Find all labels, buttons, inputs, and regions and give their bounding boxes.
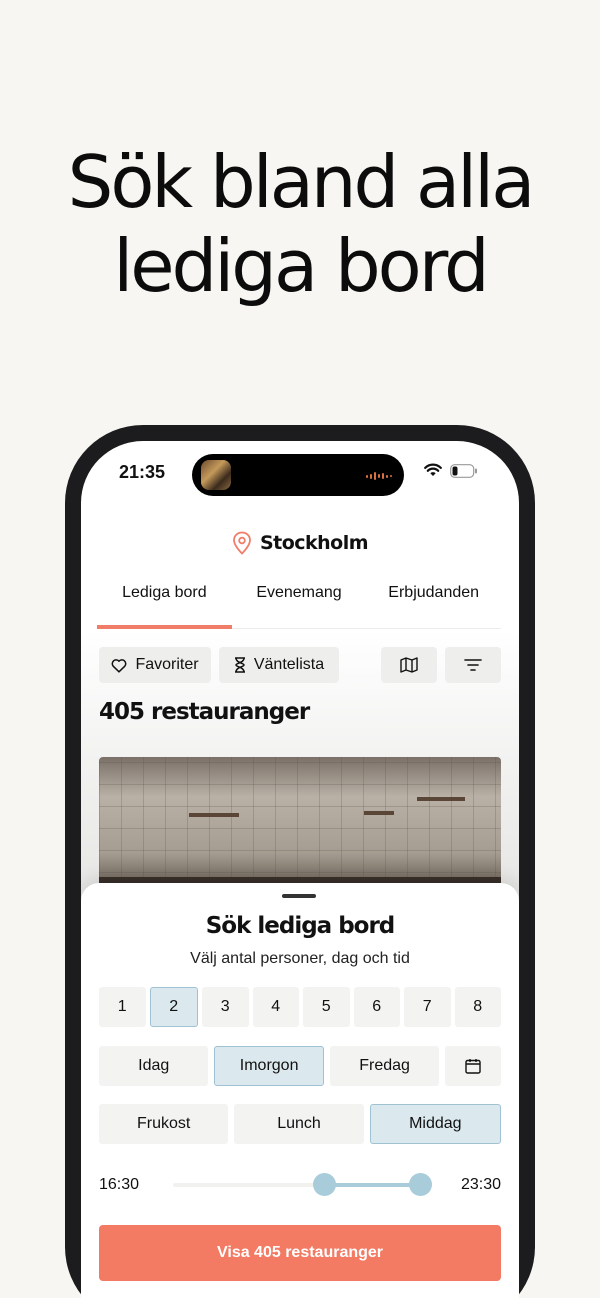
photo-detail [417, 797, 465, 801]
party-size-option-selected[interactable]: 2 [149, 987, 198, 1027]
filter-button[interactable] [445, 647, 501, 683]
tab-lediga-bord[interactable]: Lediga bord [97, 579, 232, 629]
calendar-button[interactable] [445, 1046, 501, 1086]
battery-icon [450, 464, 477, 478]
party-size-selector: 1 2 3 4 5 6 7 8 [99, 987, 501, 1027]
headline-line-2: lediga bord [113, 224, 490, 308]
headline-line-1: Sök bland alla [67, 140, 536, 224]
party-size-option[interactable]: 7 [404, 987, 451, 1027]
phone-frame: 21:35 Stockholm Lediga bord Evenemang Er… [65, 425, 535, 1298]
now-playing-artwork [201, 460, 231, 490]
tab-evenemang[interactable]: Evenemang [232, 579, 367, 628]
search-sheet: Sök lediga bord Välj antal personer, dag… [81, 883, 519, 1298]
hourglass-icon [234, 657, 245, 673]
party-size-option[interactable]: 3 [202, 987, 249, 1027]
party-size-option[interactable]: 6 [353, 987, 400, 1027]
slider-start-handle[interactable] [313, 1173, 336, 1196]
waitlist-label: Väntelista [253, 656, 325, 673]
party-size-option[interactable]: 8 [454, 987, 501, 1027]
day-selector: Idag Imorgon Fredag [99, 1046, 501, 1086]
favorites-button[interactable]: Favoriter [99, 647, 211, 683]
status-bar: 21:35 [81, 441, 519, 503]
map-icon [400, 657, 418, 673]
sheet-grabber[interactable] [282, 894, 316, 898]
time-range-end: 23:30 [460, 1176, 501, 1193]
meal-option-frukost[interactable]: Frukost [99, 1104, 229, 1144]
waitlist-button[interactable]: Väntelista [219, 647, 339, 683]
location-selector[interactable]: Stockholm [81, 531, 519, 555]
heart-icon [111, 658, 127, 673]
meal-option-middag[interactable]: Middag [369, 1104, 501, 1144]
slider-end-handle[interactable] [409, 1173, 432, 1196]
tab-erbjudanden[interactable]: Erbjudanden [366, 579, 501, 628]
meal-selector: Frukost Lunch Middag [99, 1104, 501, 1144]
favorites-label: Favoriter [135, 656, 199, 673]
party-size-option[interactable]: 4 [252, 987, 299, 1027]
sheet-title: Sök lediga bord [205, 913, 396, 939]
filter-icon [464, 659, 482, 671]
location-name: Stockholm [259, 532, 369, 554]
sheet-subtitle: Välj antal personer, dag och tid [190, 950, 410, 967]
location-pin-icon [233, 531, 251, 555]
tab-bar: Lediga bord Evenemang Erbjudanden [97, 579, 501, 629]
meal-option-lunch[interactable]: Lunch [234, 1104, 364, 1144]
slider-range-fill [324, 1183, 420, 1187]
time-range-start: 16:30 [99, 1176, 140, 1193]
results-count: 405 restauranger [99, 699, 310, 725]
map-button[interactable] [381, 647, 437, 683]
day-option-idag[interactable]: Idag [99, 1046, 209, 1086]
time-range-slider[interactable] [173, 1173, 432, 1196]
day-option-imorgon[interactable]: Imorgon [214, 1046, 324, 1086]
audio-wave-icon [366, 472, 392, 480]
party-size-option[interactable]: 5 [303, 987, 350, 1027]
status-time: 21:35 [119, 462, 166, 482]
photo-detail [189, 813, 239, 817]
show-restaurants-button[interactable]: Visa 405 restauranger [99, 1225, 501, 1281]
marketing-headline: Sök bland alla lediga bord [0, 140, 600, 308]
party-size-option[interactable]: 1 [99, 987, 146, 1027]
day-option-fredag[interactable]: Fredag [329, 1046, 440, 1086]
photo-detail [364, 811, 394, 815]
phone-screen: 21:35 Stockholm Lediga bord Evenemang Er… [81, 441, 519, 1298]
calendar-icon [465, 1059, 481, 1074]
dynamic-island [192, 454, 404, 496]
wifi-icon [424, 463, 442, 476]
